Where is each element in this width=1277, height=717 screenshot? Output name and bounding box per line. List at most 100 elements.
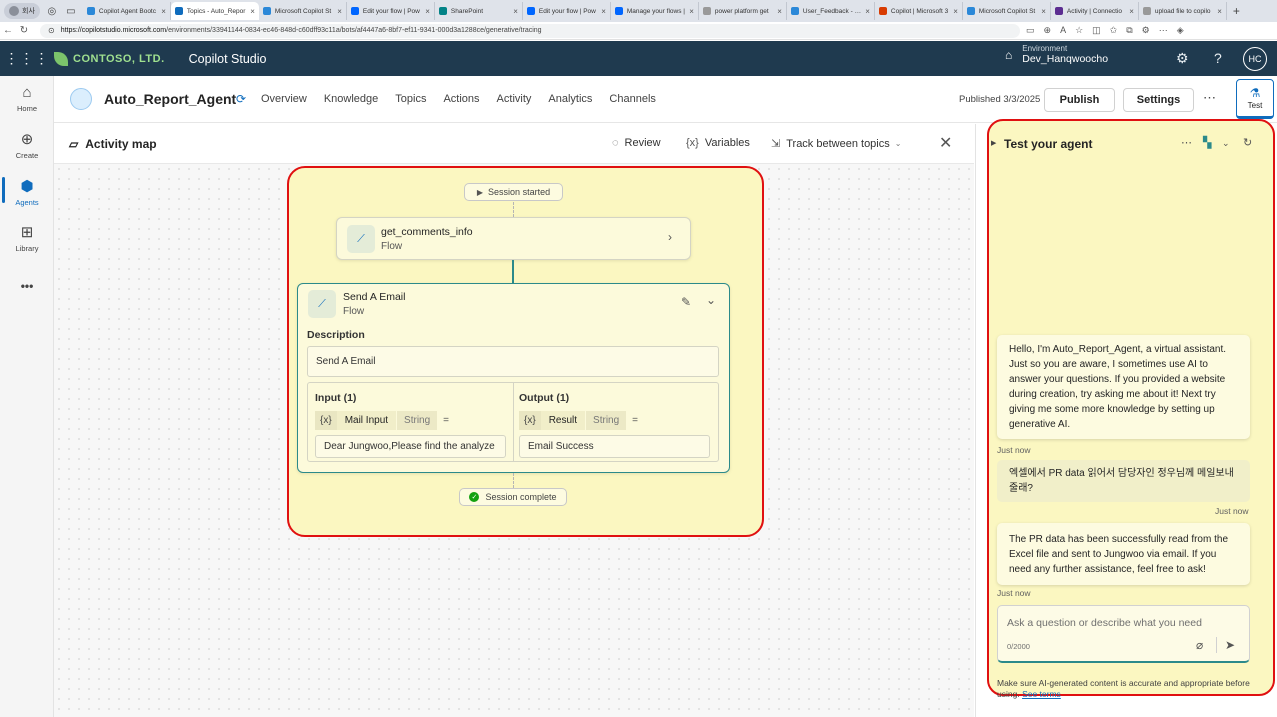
browser-tab[interactable]: Topics - Auto_Repor × bbox=[170, 2, 259, 20]
tab-close-icon[interactable]: × bbox=[865, 7, 870, 16]
browser-tab[interactable]: Edit your flow | Pow × bbox=[347, 2, 435, 20]
nav-agents[interactable]: ⬢ Agents bbox=[0, 177, 54, 207]
review-button[interactable]: ◌ Review bbox=[612, 137, 661, 149]
tab-actions[interactable]: Actions bbox=[443, 93, 479, 105]
browser-more-icon[interactable]: ⋯ bbox=[1159, 25, 1168, 36]
browser-tab[interactable]: Microsoft Copilot St × bbox=[259, 2, 347, 20]
split-screen-icon[interactable]: ◫ bbox=[1092, 25, 1101, 36]
tab-analytics[interactable]: Analytics bbox=[548, 93, 592, 105]
input-label: Input (1) bbox=[315, 392, 357, 404]
tab-close-icon[interactable]: × bbox=[161, 7, 166, 16]
test-button[interactable]: ⚗ Test bbox=[1236, 79, 1274, 119]
tab-channels[interactable]: Channels bbox=[609, 93, 655, 105]
node-send-email[interactable]: ⟋ Send A Email Flow ✎ ⌄ Description Send… bbox=[297, 283, 730, 473]
browser-tab[interactable]: Activity | Connectio × bbox=[1051, 2, 1139, 20]
environment-picker[interactable]: ⌂ Environment Dev_Hanqwoocho bbox=[1005, 44, 1108, 65]
send-icon[interactable]: ➤ bbox=[1225, 638, 1235, 652]
help-icon[interactable]: ? bbox=[1214, 50, 1222, 66]
chat-input[interactable]: Ask a question or describe what you need… bbox=[997, 605, 1250, 663]
user-message: 엑셀에서 PR data 읽어서 담당자인 정우님께 메일보내 줄래? bbox=[997, 460, 1250, 502]
tab-favicon-icon bbox=[350, 7, 359, 15]
tab-close-icon[interactable]: × bbox=[689, 7, 694, 16]
attach-icon[interactable]: ⌀ bbox=[1196, 638, 1203, 652]
browser-tab[interactable]: Copilot Agent Bootc × bbox=[83, 2, 171, 20]
node-get-comments[interactable]: ⟋ get_comments_info Flow › bbox=[336, 217, 691, 260]
tab-close-icon[interactable]: × bbox=[1129, 7, 1134, 16]
variable-icon: {x} bbox=[315, 411, 337, 430]
nav-library[interactable]: ⊞ Library bbox=[0, 223, 54, 253]
back-icon[interactable]: ← bbox=[0, 25, 16, 36]
tab-close-icon[interactable]: × bbox=[601, 7, 606, 16]
publish-button[interactable]: Publish bbox=[1044, 88, 1115, 112]
browser-tab[interactable]: Microsoft Copilot St × bbox=[963, 2, 1051, 20]
refresh-icon[interactable]: ↻ bbox=[16, 25, 32, 36]
tab-close-icon[interactable]: × bbox=[777, 7, 782, 16]
browser-tab[interactable]: User_Feedback - Co × bbox=[787, 2, 875, 20]
browser-tab[interactable]: upload file to copilo × bbox=[1139, 2, 1227, 20]
variables-button[interactable]: {x} Variables bbox=[686, 137, 750, 149]
settings-gear-icon[interactable]: ⚙ bbox=[1176, 50, 1189, 67]
tab-close-icon[interactable]: × bbox=[1217, 7, 1222, 16]
chevron-down-icon[interactable]: ⌄ bbox=[1222, 138, 1230, 149]
app-launcher-icon[interactable]: ⋮⋮⋮ bbox=[0, 50, 54, 67]
collections-icon[interactable]: ⧉ bbox=[1126, 25, 1132, 36]
tab-knowledge[interactable]: Knowledge bbox=[324, 93, 378, 105]
environment-icon: ⌂ bbox=[1005, 47, 1013, 62]
activity-map-toggle-icon[interactable]: ▚ bbox=[1203, 136, 1211, 149]
tab-favicon-icon bbox=[1054, 7, 1063, 15]
nav-create[interactable]: ⊕ Create bbox=[0, 130, 54, 160]
tab-favicon-icon bbox=[526, 7, 535, 15]
see-terms-link[interactable]: See terms bbox=[1022, 689, 1061, 699]
zoom-icon[interactable]: ⊕ bbox=[1044, 25, 1052, 36]
browser-tab[interactable]: Manage your flows | × bbox=[611, 2, 699, 20]
test-more-icon[interactable]: ⋯ bbox=[1181, 136, 1192, 149]
tab-label: Microsoft Copilot St bbox=[274, 7, 332, 15]
browser-tab[interactable]: Edit your flow | Pow × bbox=[523, 2, 611, 20]
divider bbox=[1216, 637, 1217, 653]
tab-label: Edit your flow | Pow bbox=[538, 7, 596, 15]
new-tab-icon[interactable]: + bbox=[1233, 4, 1240, 18]
copilot-icon[interactable]: ◈ bbox=[1177, 25, 1184, 36]
favorites-icon[interactable]: ✩ bbox=[1110, 25, 1118, 36]
favorite-icon[interactable]: ☆ bbox=[1075, 25, 1083, 36]
chevron-down-icon[interactable]: ⌄ bbox=[706, 293, 716, 307]
close-icon[interactable]: ✕ bbox=[939, 133, 952, 153]
refresh-icon[interactable]: ↻ bbox=[1243, 136, 1252, 149]
tab-close-icon[interactable]: × bbox=[1041, 7, 1046, 16]
chevron-right-icon[interactable]: › bbox=[668, 230, 672, 244]
tab-activity[interactable]: Activity bbox=[497, 93, 532, 105]
track-topics-button[interactable]: ⇲ Track between topics ⌄ bbox=[771, 137, 902, 151]
tab-favicon-icon bbox=[262, 7, 271, 15]
settings-button[interactable]: Settings bbox=[1123, 88, 1194, 112]
tab-label: SharePoint bbox=[450, 7, 484, 15]
tab-overview[interactable]: Overview bbox=[261, 93, 307, 105]
extensions-icon[interactable]: ⚙ bbox=[1142, 25, 1150, 36]
tab-favicon-icon bbox=[614, 7, 623, 15]
tab-label: User_Feedback - Co bbox=[802, 7, 863, 15]
url-field[interactable]: ⊙ https://copilotstudio.microsoft.com/en… bbox=[40, 23, 1020, 38]
tab-topics[interactable]: Topics bbox=[395, 93, 426, 105]
tab-close-icon[interactable]: × bbox=[250, 7, 255, 16]
tab-close-icon[interactable]: × bbox=[337, 7, 342, 16]
profile-button[interactable]: 회사 bbox=[4, 3, 40, 19]
app-icon[interactable]: ▭ bbox=[1026, 25, 1035, 36]
agent-sync-icon[interactable]: ⟳ bbox=[236, 92, 246, 106]
variable-icon: {x} bbox=[519, 411, 541, 430]
tab-close-icon[interactable]: × bbox=[425, 7, 430, 16]
user-avatar[interactable]: HC bbox=[1243, 47, 1267, 71]
collapse-arrow-icon[interactable]: ▶ bbox=[991, 139, 996, 147]
chevron-down-icon: ⌄ bbox=[894, 139, 902, 148]
workspaces-icon[interactable]: ◎ bbox=[45, 4, 59, 18]
browser-tab[interactable]: SharePoint × bbox=[435, 2, 523, 20]
nav-more-icon[interactable]: ••• bbox=[0, 279, 54, 293]
tab-actions-icon[interactable]: ▭ bbox=[64, 4, 78, 18]
tab-close-icon[interactable]: × bbox=[953, 7, 958, 16]
edit-pencil-icon[interactable]: ✎ bbox=[681, 295, 691, 309]
read-aloud-icon[interactable]: A bbox=[1060, 25, 1066, 36]
more-options-icon[interactable]: ⋯ bbox=[1203, 90, 1216, 106]
tab-close-icon[interactable]: × bbox=[513, 7, 518, 16]
browser-tab[interactable]: Copilot | Microsoft 3 × bbox=[875, 2, 963, 20]
nav-home[interactable]: ⌂ Home bbox=[0, 84, 54, 113]
browser-tab[interactable]: power platform get × bbox=[699, 2, 787, 20]
activity-map-toolbar: ▱ Activity map ◌ Review {x} Variables ⇲ Trac… bbox=[54, 124, 974, 164]
